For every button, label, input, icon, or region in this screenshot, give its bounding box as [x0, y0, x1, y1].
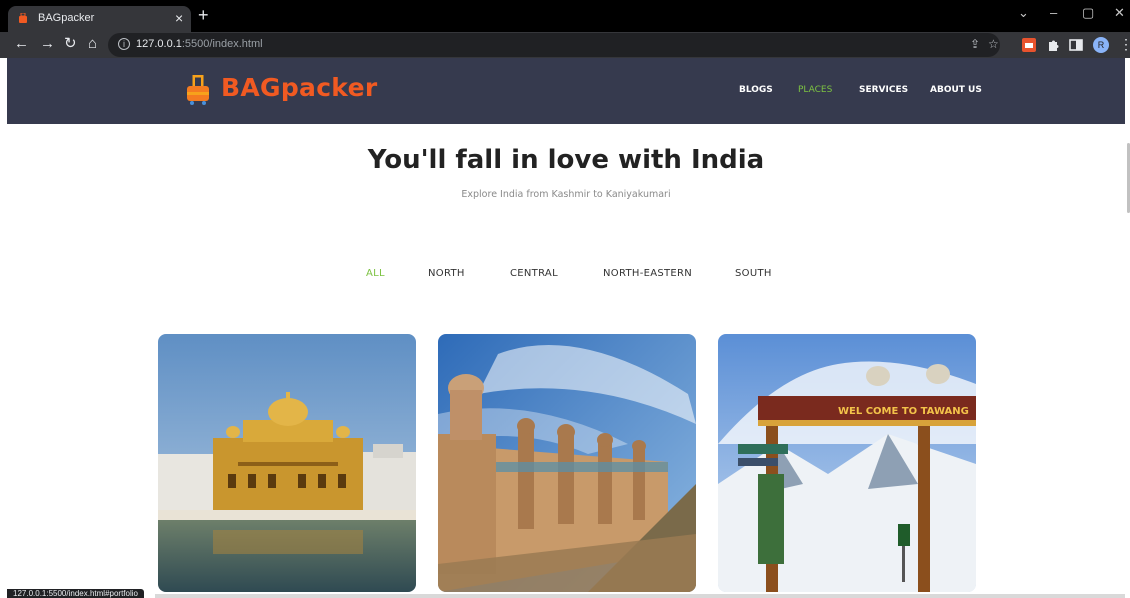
tawang-gate-photo: WEL COME TO TAWANG: [718, 334, 976, 592]
nav-item-blogs[interactable]: BLOGS: [739, 85, 773, 95]
address-bar[interactable]: i 127.0.0.1:5500/index.html ⇪ ☆: [108, 33, 1000, 57]
page-viewport: BAGpacker BLOGS PLACES SERVICES ABOUT US…: [7, 58, 1125, 598]
minimize-button[interactable]: –: [1050, 6, 1057, 20]
tab-close-icon[interactable]: ×: [175, 10, 183, 26]
horizontal-scrollbar[interactable]: [155, 594, 1125, 598]
gallery-card-tawang[interactable]: WEL COME TO TAWANG: [718, 334, 976, 592]
nav-item-about-us[interactable]: ABOUT US: [930, 85, 982, 95]
luggage-logo-icon: [187, 75, 209, 105]
gallery-card-golden-temple[interactable]: [158, 334, 416, 592]
nav-item-places[interactable]: PLACES: [798, 85, 832, 95]
restore-button[interactable]: ▢: [1082, 6, 1094, 20]
extension-icon[interactable]: [1022, 38, 1036, 52]
tawang-sign-text: WEL COME TO TAWANG: [838, 406, 969, 417]
browser-toolbar: ← → ↻ ⌂ i 127.0.0.1:5500/index.html ⇪ ☆ …: [0, 32, 1130, 58]
url-text[interactable]: 127.0.0.1:5500/index.html: [136, 38, 263, 50]
reload-icon[interactable]: ↻: [64, 35, 77, 53]
gallery-card-gwalior-fort[interactable]: [438, 334, 696, 592]
share-icon[interactable]: ⇪: [970, 37, 980, 51]
brand-logo-text[interactable]: BAGpacker: [221, 73, 377, 102]
profile-avatar[interactable]: R: [1093, 37, 1109, 53]
filter-south[interactable]: SOUTH: [735, 268, 772, 279]
filter-central[interactable]: CENTRAL: [510, 268, 558, 279]
nav-item-services[interactable]: SERVICES: [859, 85, 908, 95]
tab-search-icon[interactable]: ⌄: [1018, 6, 1029, 20]
new-tab-button[interactable]: +: [198, 6, 209, 24]
home-icon[interactable]: ⌂: [88, 35, 97, 53]
page-title: You'll fall in love with India: [367, 145, 765, 175]
page-subtitle: Explore India from Kashmir to Kaniyakuma…: [461, 189, 671, 200]
tab-title: BAGpacker: [38, 12, 95, 24]
forward-arrow-icon[interactable]: →: [40, 35, 55, 53]
site-header: BAGpacker BLOGS PLACES SERVICES ABOUT US: [7, 58, 1125, 124]
filter-all[interactable]: ALL: [366, 268, 385, 279]
browser-tab[interactable]: BAGpacker ×: [8, 6, 191, 32]
filter-north[interactable]: NORTH: [428, 268, 465, 279]
back-arrow-icon[interactable]: ←: [14, 35, 29, 53]
browser-menu-icon[interactable]: ⋮: [1119, 35, 1130, 53]
star-icon[interactable]: ☆: [988, 37, 999, 51]
info-icon[interactable]: i: [118, 38, 130, 50]
filter-north-eastern[interactable]: NORTH-EASTERN: [603, 268, 692, 279]
bag-favicon-icon: [19, 13, 27, 23]
close-window-button[interactable]: ✕: [1114, 6, 1125, 20]
golden-temple-photo: [158, 334, 416, 592]
side-panel-icon[interactable]: [1069, 38, 1083, 52]
status-url-bubble: 127.0.0.1:5500/index.html#portfolio: [7, 589, 144, 598]
puzzle-extension-icon[interactable]: [1046, 38, 1060, 52]
gwalior-fort-photo: [438, 334, 696, 592]
browser-tab-strip: BAGpacker × + ⌄ – ▢ ✕: [0, 0, 1130, 32]
